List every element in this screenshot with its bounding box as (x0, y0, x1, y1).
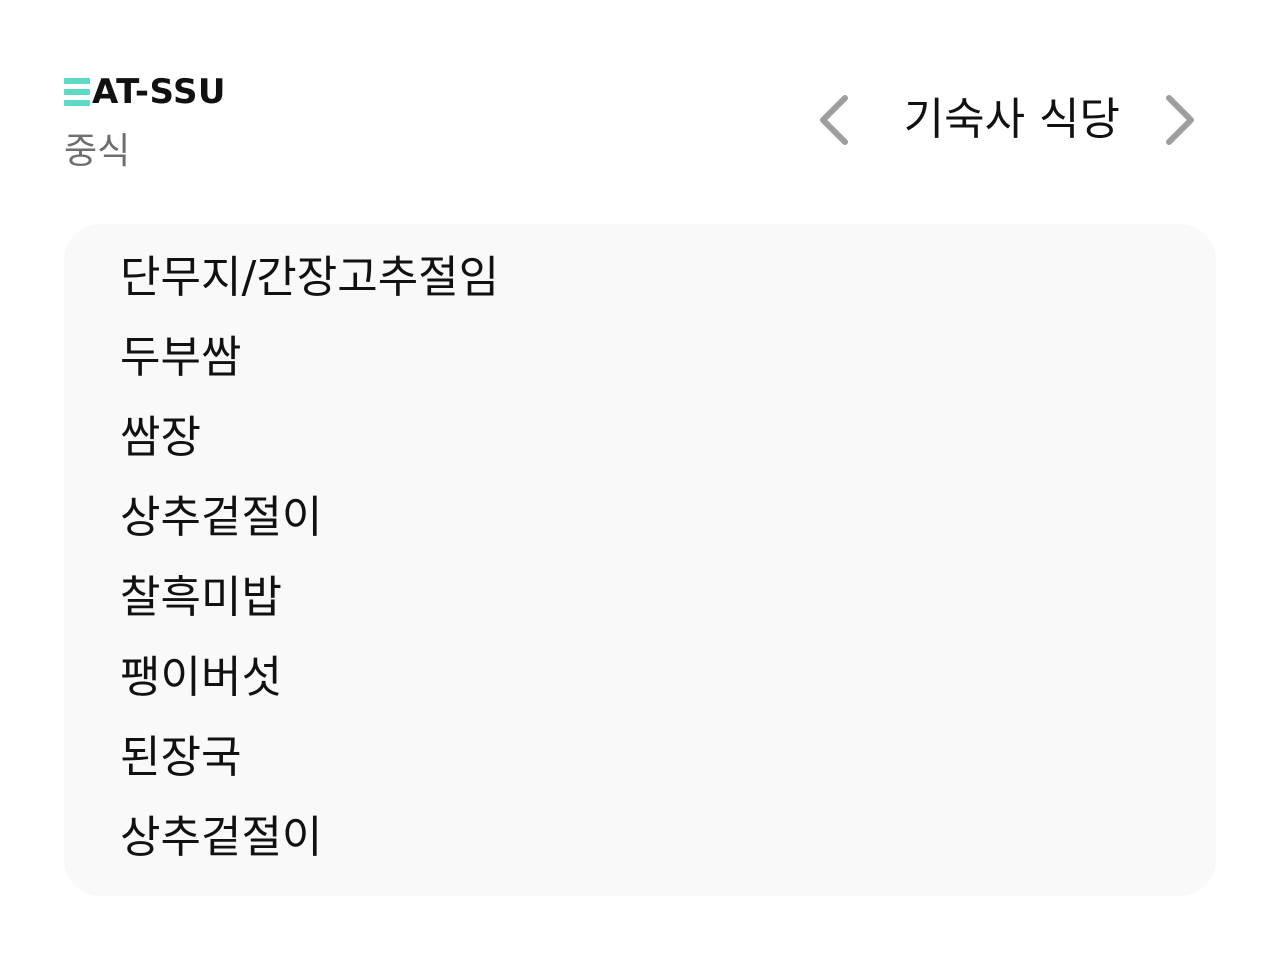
logo-e-mark-icon (64, 78, 90, 106)
menu-item: 쌈장 (120, 412, 201, 463)
prev-restaurant-button[interactable] (814, 88, 854, 152)
next-restaurant-button[interactable] (1160, 88, 1200, 152)
app-logo: AT-SSU (64, 72, 226, 112)
menu-list: 단무지/간장고추절임 두부쌈 쌈장 상추겉절이 찰흑미밥 팽이버섯 된장국 상추… (120, 246, 1216, 886)
menu-card: 단무지/간장고추절임 두부쌈 쌈장 상추겉절이 찰흑미밥 팽이버섯 된장국 상추… (64, 224, 1216, 896)
menu-item: 팽이버섯 (120, 652, 282, 703)
menu-item: 상추겉절이 (120, 812, 323, 863)
restaurant-title: 기숙사 식당 (903, 94, 1120, 145)
menu-item: 상추겉절이 (120, 492, 323, 543)
menu-item: 된장국 (120, 732, 242, 783)
menu-item: 찰흑미밥 (120, 572, 282, 623)
chevron-left-icon (819, 95, 848, 145)
meal-type-label: 중식 (64, 131, 131, 172)
page: AT-SSU 중식 기숙사 식당 단무지/간장고추절임 두부쌈 쌈장 상추겉절이… (0, 0, 1280, 960)
chevron-right-icon (1166, 95, 1194, 145)
restaurant-navigator: 기숙사 식당 (814, 88, 1200, 152)
menu-item: 두부쌈 (120, 332, 242, 383)
logo-text: AT-SSU (92, 72, 227, 112)
menu-item: 단무지/간장고추절임 (120, 252, 500, 303)
